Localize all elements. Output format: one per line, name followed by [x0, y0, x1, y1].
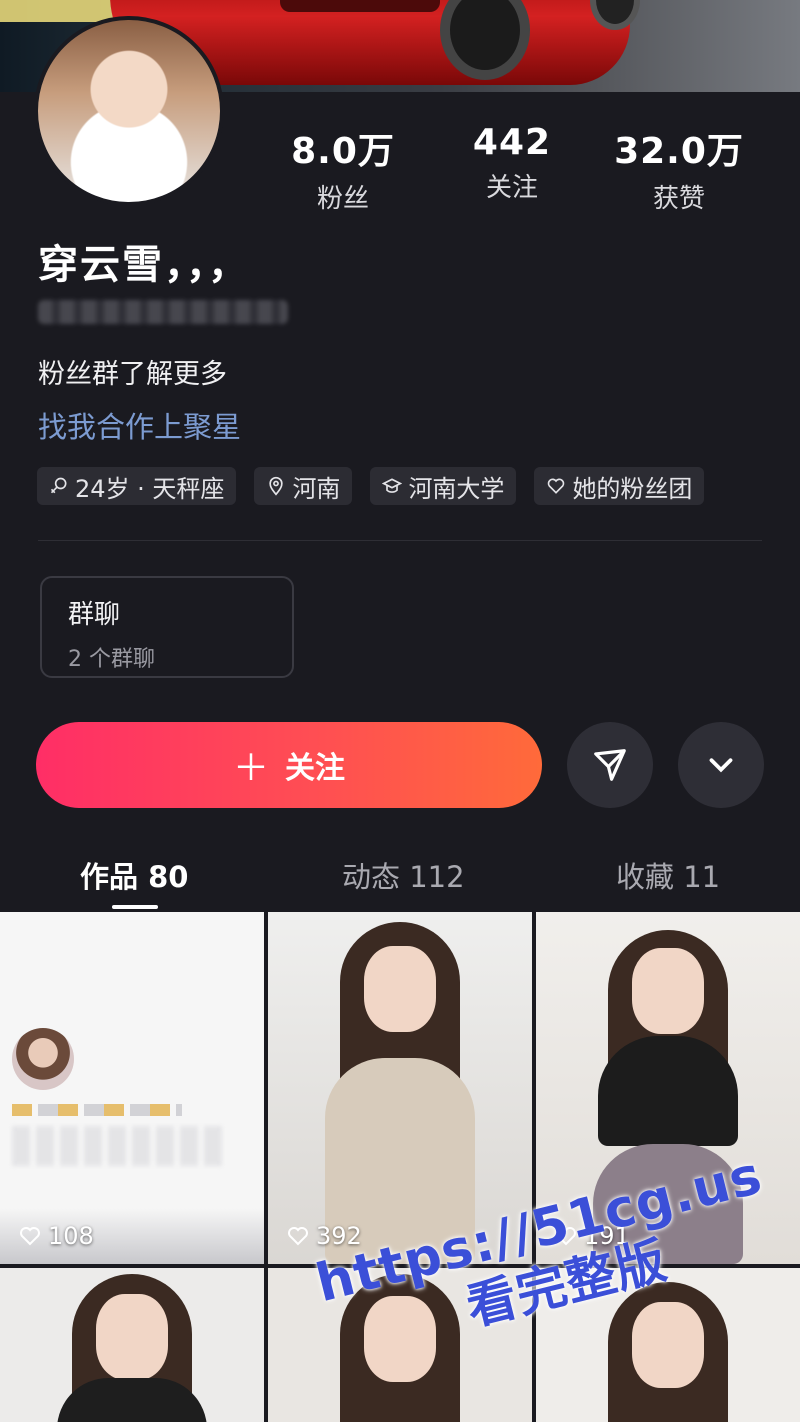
- more-options-button[interactable]: [678, 722, 764, 808]
- tag-fan-club-label: 她的粉丝团: [572, 474, 693, 503]
- plus-icon: ＋: [232, 748, 269, 789]
- profile-tags: 24岁 · 天秤座 河南 河南大学 她的粉丝团: [37, 467, 705, 505]
- gender-female-icon: [50, 477, 67, 494]
- profile-bio[interactable]: 粉丝群了解更多: [38, 352, 227, 391]
- profile-name: 穿云雪，，，: [38, 242, 250, 288]
- tag-location: 河南: [254, 467, 353, 505]
- tag-age-zodiac-label: 24岁 · 天秤座: [75, 474, 225, 503]
- stat-following-label: 关注: [485, 173, 538, 203]
- tag-school: 河南大学: [370, 467, 517, 505]
- post-avatar: [12, 1028, 74, 1090]
- tab-works[interactable]: 作品 80: [80, 854, 188, 896]
- tag-fan-club[interactable]: 她的粉丝团: [534, 467, 705, 505]
- post-likes-count: 108: [48, 1222, 94, 1250]
- send-message-button[interactable]: [567, 722, 653, 808]
- heart-icon: [20, 1227, 40, 1246]
- paper-plane-icon: [594, 749, 626, 781]
- stat-likes-value: 32.0万: [614, 131, 744, 172]
- chevron-down-icon: [709, 758, 733, 773]
- tag-school-label: 河南大学: [408, 474, 505, 503]
- post-blurred-text: [12, 1104, 182, 1116]
- heart-icon: [548, 478, 565, 494]
- group-chat-title: 群聊: [68, 600, 121, 630]
- post-blurred-text: [12, 1126, 222, 1166]
- school-icon: [382, 478, 403, 493]
- divider: [38, 540, 762, 541]
- stat-likes-label: 获赞: [652, 184, 705, 214]
- stat-following-value: 442: [472, 122, 552, 163]
- avatar[interactable]: [34, 16, 224, 206]
- location-pin-icon: [269, 476, 284, 496]
- group-chat-count: 2 个群聊: [68, 647, 155, 672]
- heart-icon: [288, 1227, 308, 1246]
- tag-age-zodiac: 24岁 · 天秤座: [37, 467, 237, 505]
- tab-favorites[interactable]: 收藏 11: [616, 854, 720, 896]
- stat-followers-label: 粉丝: [316, 184, 369, 214]
- post-thumbnail[interactable]: [0, 1268, 264, 1422]
- cooperation-link[interactable]: 找我合作上聚星: [38, 404, 241, 446]
- stat-likes[interactable]: 32.0万 获赞: [604, 122, 754, 215]
- post-likes: 108: [18, 1222, 94, 1250]
- content-tabs: 作品 80 动态 112 收藏 11: [0, 850, 800, 912]
- stat-followers[interactable]: 8.0万 粉丝: [268, 122, 418, 215]
- follow-button-label: 关注: [285, 751, 345, 786]
- stat-followers-value: 8.0万: [291, 131, 395, 172]
- post-thumbnail[interactable]: 108: [0, 912, 264, 1264]
- group-chat-card[interactable]: 群聊 2 个群聊: [40, 576, 294, 678]
- redacted-text: [38, 300, 288, 324]
- tab-active-indicator: [112, 905, 158, 909]
- tag-location-label: 河南: [292, 474, 341, 503]
- stat-following[interactable]: 442 关注: [437, 122, 587, 204]
- tab-moments[interactable]: 动态 112: [342, 854, 465, 896]
- follow-button[interactable]: ＋ 关注: [36, 722, 542, 808]
